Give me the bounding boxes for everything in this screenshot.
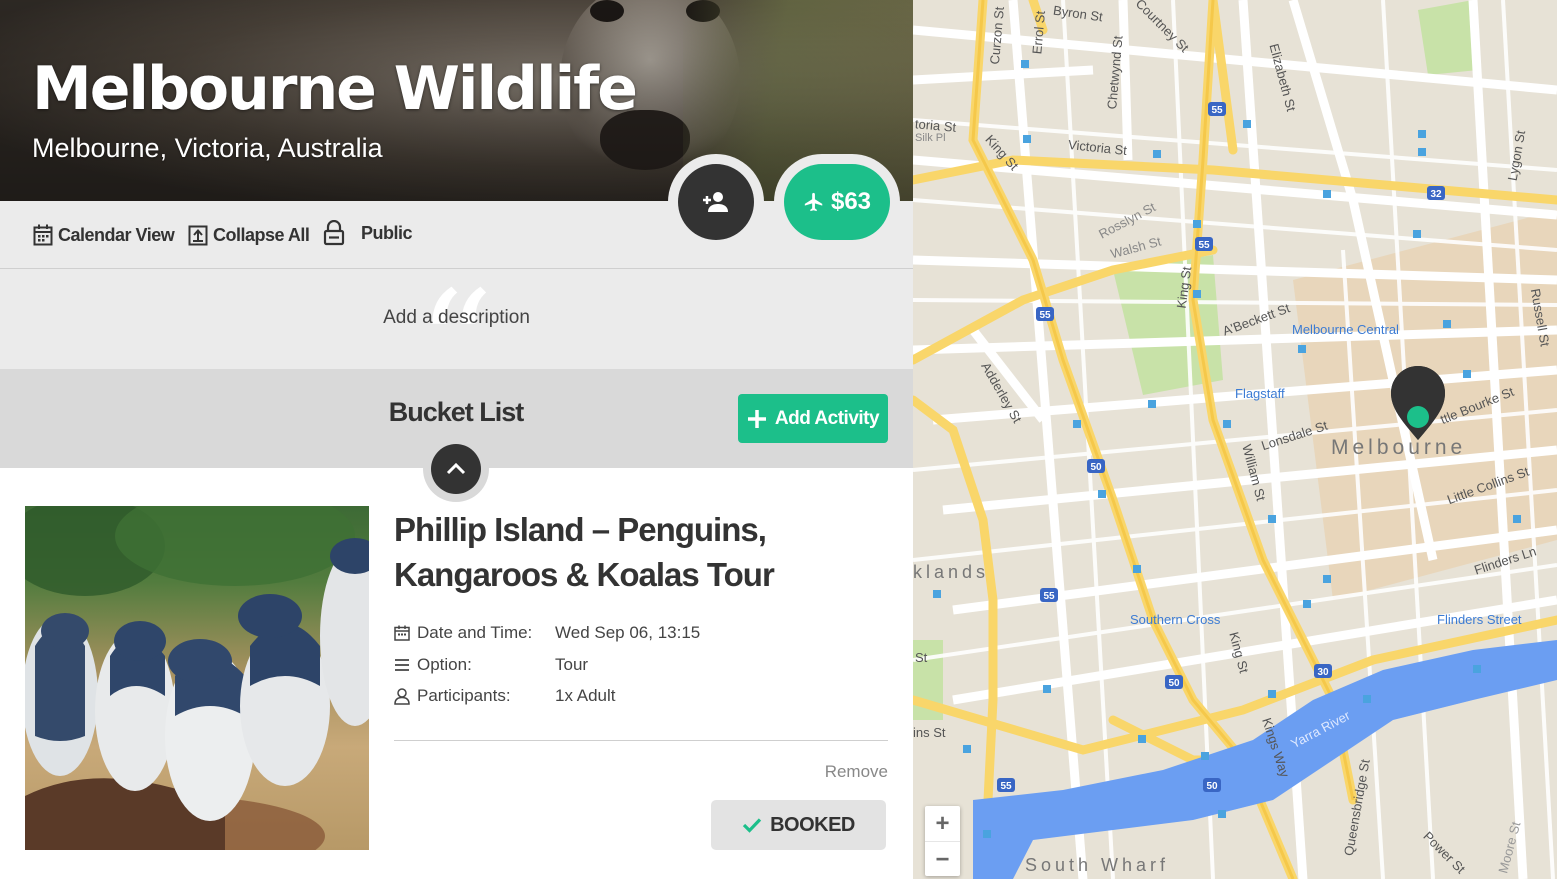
station-label[interactable]: Flagstaff: [1235, 386, 1285, 401]
detail-row-date: Date and Time: Wed Sep 06, 13:15: [394, 621, 700, 645]
map-zoom-control: + −: [925, 806, 960, 876]
collapse-all-label: Collapse All: [213, 224, 310, 245]
calendar-icon: [394, 625, 410, 641]
detail-label: Option:: [417, 655, 472, 674]
svg-text:30: 30: [1317, 667, 1329, 678]
trip-price-button[interactable]: $63: [784, 164, 890, 240]
area-label: Melbourne: [1331, 436, 1467, 459]
add-activity-button[interactable]: Add Activity: [738, 394, 888, 443]
svg-text:55: 55: [1211, 105, 1223, 116]
station-label[interactable]: Melbourne Central: [1292, 322, 1399, 337]
street-label: ins St: [913, 725, 946, 740]
activity-image[interactable]: [25, 506, 369, 850]
user-icon: [394, 687, 410, 705]
chevron-up-icon: [446, 462, 466, 475]
station-label[interactable]: Southern Cross: [1130, 612, 1220, 627]
trip-title: Melbourne Wildlife: [32, 54, 638, 124]
zoom-out-button[interactable]: −: [925, 842, 960, 877]
divider: [394, 740, 888, 741]
plus-icon: [747, 409, 766, 428]
visibility-toggle[interactable]: Public: [323, 220, 413, 246]
visibility-label: Public: [361, 222, 413, 243]
lock-icon: [323, 220, 345, 246]
map-panel[interactable]: 55 55 55 55 32 50 50 30 50 55 Byron St C…: [913, 0, 1557, 879]
add-user-icon: [703, 192, 728, 212]
detail-label: Date and Time:: [417, 623, 533, 642]
activity-title[interactable]: Phillip Island – Penguins, Kangaroos & K…: [394, 507, 894, 597]
detail-label: Participants:: [417, 686, 511, 705]
area-label: South Wharf: [1025, 855, 1170, 875]
svg-text:50: 50: [1090, 462, 1102, 473]
zoom-in-button[interactable]: +: [925, 806, 960, 842]
collapse-all-button[interactable]: Collapse All: [188, 222, 310, 248]
svg-text:32: 32: [1430, 189, 1442, 200]
calendar-view-button[interactable]: Calendar View: [33, 222, 175, 248]
add-activity-label: Add Activity: [774, 407, 880, 429]
detail-value: Wed Sep 06, 13:15: [555, 623, 701, 642]
checkmark-icon: [742, 818, 762, 833]
detail-value: 1x Adult: [555, 686, 616, 705]
area-label: klands: [913, 562, 990, 582]
collapse-section-button[interactable]: [431, 444, 481, 494]
penguins-image: [25, 506, 369, 850]
collapse-upload-icon: [188, 225, 208, 246]
calendar-view-label: Calendar View: [58, 224, 175, 245]
trip-location: Melbourne, Victoria, Australia: [32, 133, 383, 163]
svg-text:50: 50: [1168, 678, 1180, 689]
svg-text:55: 55: [1039, 310, 1051, 321]
list-icon: [395, 659, 409, 671]
svg-text:55: 55: [1198, 240, 1210, 251]
description-input[interactable]: Add a description: [0, 307, 913, 329]
station-label[interactable]: Flinders Street: [1437, 612, 1522, 627]
svg-text:55: 55: [1000, 781, 1012, 792]
street-label: St: [915, 650, 928, 665]
booked-status-button[interactable]: BOOKED: [711, 800, 886, 850]
calendar-icon: [33, 224, 53, 246]
trip-price: $63: [830, 188, 872, 215]
booked-status-label: BOOKED: [770, 813, 855, 836]
trip-panel: Melbourne Wildlife Melbourne, Victoria, …: [0, 0, 913, 879]
airplane-icon: [804, 192, 823, 212]
detail-value: Tour: [555, 655, 589, 674]
street-label: Silk Pl: [915, 132, 946, 144]
bucket-list-title: Bucket List: [388, 397, 525, 427]
svg-text:50: 50: [1206, 781, 1218, 792]
remove-link[interactable]: Remove: [800, 762, 888, 782]
add-traveler-button[interactable]: [678, 164, 754, 240]
detail-row-participants: Participants: 1x Adult: [394, 684, 616, 708]
detail-row-option: Option: Tour: [394, 653, 588, 677]
svg-text:55: 55: [1043, 591, 1055, 602]
